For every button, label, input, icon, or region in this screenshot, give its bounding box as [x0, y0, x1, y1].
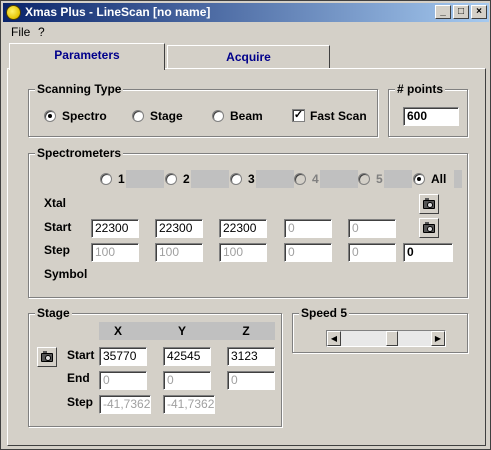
stage-x-header: X: [99, 322, 137, 340]
spectro-all-indicator: [454, 170, 462, 188]
spectro-5-radio: [358, 173, 370, 185]
start-capture-button[interactable]: [419, 218, 439, 238]
stage-z-header-fill: [265, 322, 275, 340]
menu-bar: File ?: [3, 22, 489, 41]
parameters-panel: Scanning Type Spectro Stage Beam ✓ Fast …: [7, 68, 486, 446]
stage-z-end-input[interactable]: 0: [227, 371, 275, 390]
speed-slider[interactable]: ◀ ▶: [326, 330, 446, 347]
camera-icon: [41, 351, 53, 362]
spectro-2-label: 2: [183, 172, 190, 186]
stage-y-header-fill: [201, 322, 227, 340]
camera-icon: [423, 222, 435, 233]
maximize-button[interactable]: □: [453, 5, 469, 19]
stage-start-label: Start: [67, 348, 95, 362]
scanning-type-title: Scanning Type: [35, 82, 124, 96]
close-button[interactable]: ×: [471, 5, 487, 19]
stage-end-label: End: [67, 371, 90, 385]
stage-group: Stage X Y Z Start 35770 42545 3123 End 0…: [28, 306, 282, 427]
window-title: Xmas Plus - LineScan [no name]: [25, 5, 211, 19]
stage-radio[interactable]: [132, 110, 144, 122]
tab-acquire[interactable]: Acquire: [167, 45, 330, 69]
stage-y-start-input[interactable]: 42545: [163, 347, 211, 366]
spectro-1-start-input[interactable]: 22300: [91, 219, 139, 238]
xtal-label: Xtal: [44, 196, 67, 210]
speed-title: Speed 5: [299, 306, 350, 320]
spectro-all-label: All: [431, 172, 447, 186]
spectro-2-start-input[interactable]: 22300: [155, 219, 203, 238]
points-group: # points 600: [388, 82, 468, 137]
stage-x-start-input[interactable]: 35770: [99, 347, 147, 366]
spectro-1-label: 1: [118, 172, 125, 186]
spectro-3-indicator: [256, 170, 294, 188]
speed-slider-thumb[interactable]: [386, 331, 398, 346]
scanning-type-group: Scanning Type Spectro Stage Beam ✓ Fast …: [28, 82, 378, 137]
beam-radio[interactable]: [212, 110, 224, 122]
stage-x-step-input: -41,7362: [99, 395, 151, 414]
spectro-4-label: 4: [312, 172, 319, 186]
spectrometers-group: Spectrometers 1 2 3 4 5 All Xtal Start 2…: [28, 146, 468, 298]
spectro-radio[interactable]: [44, 110, 56, 122]
spectro-3-step-input[interactable]: 100: [219, 243, 267, 262]
menu-file[interactable]: File: [11, 25, 30, 39]
minimize-button[interactable]: _: [435, 5, 451, 19]
spectro-2-step-input[interactable]: 100: [155, 243, 203, 262]
stage-x-header-fill: [137, 322, 163, 340]
spectro-5-indicator: [384, 170, 412, 188]
stage-capture-button[interactable]: [37, 347, 57, 367]
stage-z-header: Z: [227, 322, 265, 340]
spectro-1-indicator: [126, 170, 164, 188]
stage-y-header: Y: [163, 322, 201, 340]
beam-label: Beam: [230, 109, 263, 123]
spectro-4-step-input: 0: [284, 243, 332, 262]
stage-x-end-input[interactable]: 0: [99, 371, 147, 390]
app-icon: [6, 5, 21, 20]
camera-icon: [423, 198, 435, 209]
spectro-all-step-input[interactable]: 0: [403, 243, 453, 262]
fast-scan-checkbox[interactable]: ✓: [292, 109, 305, 122]
speed-increase-button[interactable]: ▶: [431, 331, 445, 346]
spectro-3-radio[interactable]: [230, 173, 242, 185]
spectro-2-radio[interactable]: [165, 173, 177, 185]
spectro-label: Spectro: [62, 109, 107, 123]
fast-scan-label: Fast Scan: [310, 109, 367, 123]
spectro-1-step-input[interactable]: 100: [91, 243, 139, 262]
spectro-5-step-input: 0: [348, 243, 396, 262]
menu-help[interactable]: ?: [38, 25, 45, 39]
spectro-5-label: 5: [376, 172, 383, 186]
points-input[interactable]: 600: [403, 107, 459, 126]
stage-title: Stage: [35, 306, 72, 320]
stage-y-end-input[interactable]: 0: [163, 371, 211, 390]
main-window: Xmas Plus - LineScan [no name] _ □ × Fil…: [0, 0, 491, 450]
spectro-3-start-input[interactable]: 22300: [219, 219, 267, 238]
spectro-2-indicator: [191, 170, 229, 188]
points-title: # points: [395, 82, 446, 96]
spectro-all-radio[interactable]: [413, 173, 425, 185]
xtal-capture-button[interactable]: [419, 194, 439, 214]
tab-parameters[interactable]: Parameters: [9, 43, 165, 70]
title-bar[interactable]: Xmas Plus - LineScan [no name] _ □ ×: [3, 3, 489, 22]
spectro-4-start-input: 0: [284, 219, 332, 238]
stage-label: Stage: [150, 109, 183, 123]
spectro-1-radio[interactable]: [100, 173, 112, 185]
step-label: Step: [44, 243, 71, 257]
stage-y-step-input: -41,7362: [163, 395, 215, 414]
spectro-3-label: 3: [248, 172, 255, 186]
speed-group: Speed 5 ◀ ▶: [292, 306, 468, 353]
speed-decrease-button[interactable]: ◀: [327, 331, 341, 346]
stage-step-label: Step: [67, 395, 94, 409]
spectro-4-radio: [294, 173, 306, 185]
start-label: Start: [44, 220, 72, 234]
spectrometers-title: Spectrometers: [35, 146, 124, 160]
stage-z-start-input[interactable]: 3123: [227, 347, 275, 366]
spectro-5-start-input: 0: [348, 219, 396, 238]
spectro-4-indicator: [320, 170, 358, 188]
symbol-label: Symbol: [44, 267, 88, 281]
